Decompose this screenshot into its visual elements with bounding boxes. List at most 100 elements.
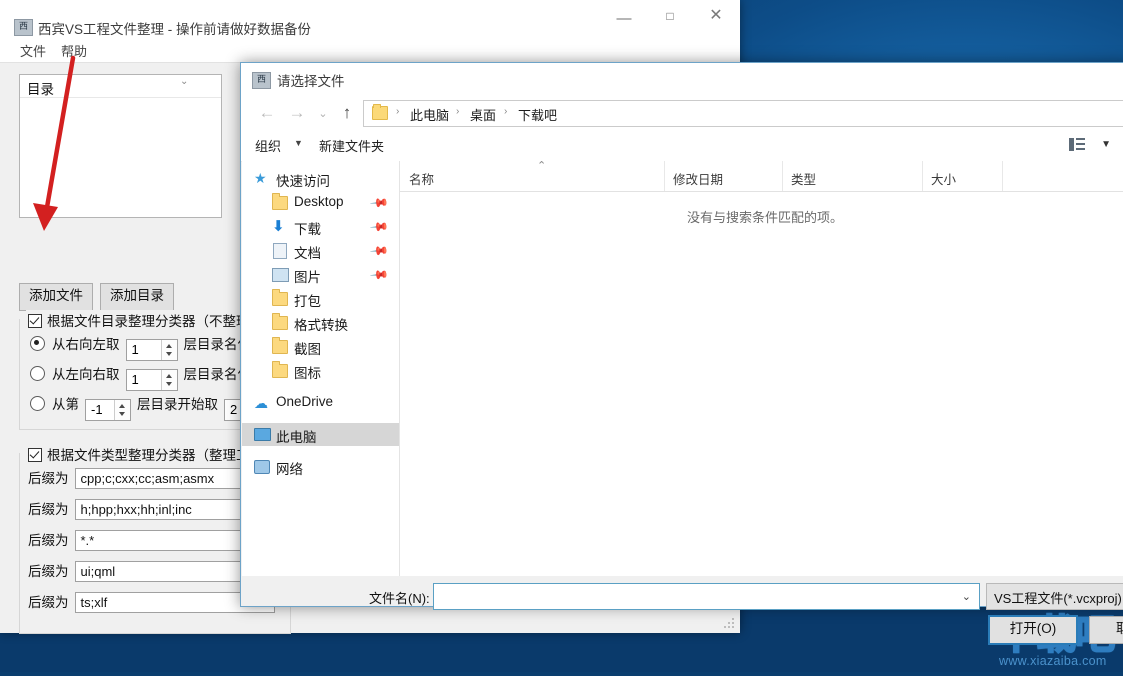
nav-item-network[interactable]: 网络 [242,455,399,478]
app-icon: 西 [252,72,271,89]
directory-listbox[interactable]: 目录 ⌄ [19,74,222,218]
folder-icon [272,292,288,306]
suffix-row: 后缀为h;hpp;hxx;hh;inl;inc [28,498,275,524]
nav-item-downloads[interactable]: ⬇下载📌 [242,215,399,238]
pin-icon: 📌 [369,265,389,285]
directory-column-header[interactable]: 目录 ⌄ [20,75,221,98]
nav-item-label: 打包 [294,290,321,310]
folder-icon [272,340,288,354]
option-right-to-left[interactable]: 从右向左取1层目录名作 [30,333,251,357]
dialog-toolbar: 组织 ▼ 新建文件夹 ▼ [241,131,1123,162]
menu-item-help[interactable]: 帮助 [55,40,93,62]
file-list-view[interactable]: 名称 ⌃ 修改日期 类型 大小 没有与搜索条件匹配的项。 [400,161,1123,576]
file-list-column-header: 名称 ⌃ 修改日期 类型 大小 [400,161,1123,192]
close-button[interactable]: ✕ [693,0,739,32]
address-bar[interactable]: › 此电脑 › 桌面 › 下载吧 ⌄ ↻ [363,100,1123,127]
maximize-icon: □ [647,0,693,32]
directory-classifier-checkbox[interactable]: 根据文件目录整理分类器（不整理工 [26,310,265,328]
column-size[interactable]: 大小 [922,161,1003,191]
column-size-label: 大小 [931,169,956,188]
stepper-arrows[interactable] [114,400,130,420]
nav-item-label: 格式转换 [294,314,348,334]
new-folder-button[interactable]: 新建文件夹 [319,136,384,155]
folder-icon [372,106,388,120]
dialog-navigation-bar: ← → ⌄ ↑ › 此电脑 › 桌面 › 下载吧 ⌄ ↻ 搜索"下载吧" [241,95,1123,131]
forward-icon[interactable]: → [285,101,309,125]
minimize-icon: — [601,0,647,38]
pin-icon: 📌 [369,217,389,237]
option-from-nth-suffix: 层目录开始取 [137,397,218,412]
nav-item-this-pc[interactable]: 此电脑 [242,423,399,446]
suffix-row: 后缀为cpp;c;cxx;cc;asm;asmx [28,467,275,493]
stepper-arrows[interactable] [161,370,177,390]
organize-button[interactable]: 组织 [255,136,281,155]
filename-input[interactable]: ⌄ [433,583,980,610]
levels-stepper-2[interactable]: 1 [126,369,178,391]
option-from-nth-label: 从第 [52,397,79,412]
back-icon[interactable]: ← [255,101,279,125]
breadcrumb-item-0[interactable]: 此电脑 [410,105,449,124]
folder-icon [272,316,288,330]
option-left-to-right[interactable]: 从左向右取1层目录名作 [30,363,251,387]
resize-grip[interactable] [723,617,736,630]
up-one-level-icon[interactable]: ↑ [335,101,359,125]
nav-item-documents[interactable]: 文档📌 [242,239,399,262]
nav-item-screenshots[interactable]: 截图 [242,335,399,358]
pin-icon: 📌 [369,193,389,213]
open-button[interactable]: 打开(O) [989,616,1077,644]
add-directory-button[interactable]: 添加目录 [100,283,174,311]
checkbox-icon [28,314,42,328]
option-from-nth[interactable]: 从第-1层目录开始取2 [30,393,272,417]
suffix-label-4: 后缀为 [28,564,69,579]
directory-classifier-label: 根据文件目录整理分类器（不整理工 [47,314,263,329]
cancel-button[interactable]: 取消 [1089,616,1123,644]
file-type-filter-combo[interactable]: VS工程文件(*.vcxproj) [986,583,1123,610]
breadcrumb-separator: › [504,106,507,117]
levels-stepper-3[interactable]: -1 [85,399,131,421]
checkbox-icon [28,448,42,462]
chevron-down-icon[interactable]: ▼ [1101,139,1111,150]
column-date-modified[interactable]: 修改日期 [664,161,783,191]
navigation-pane[interactable]: ★快速访问 Desktop 📌 ⬇下载📌 文档📌 图片📌 打包 格式转换 截图 图… [242,161,400,576]
nav-item-pictures[interactable]: 图片📌 [242,263,399,286]
dialog-titlebar[interactable]: 西 请选择文件 [241,63,1123,95]
view-layout-icon[interactable] [1069,137,1085,153]
breadcrumb-separator: › [456,106,459,117]
column-name[interactable]: 名称 ⌃ [400,161,665,191]
minimize-button[interactable]: — [601,0,647,32]
nav-item-label: 图标 [294,362,321,382]
nav-item-label: Desktop [294,194,344,209]
dialog-bottom-bar: 文件名(N): ⌄ VS工程文件(*.vcxproj) 打开(O) 取消 [241,576,1123,606]
chevron-down-icon[interactable]: ▼ [294,138,303,148]
document-icon [273,243,287,259]
nav-item-onedrive[interactable]: ☁OneDrive [242,391,399,414]
column-name-label: 名称 [409,169,434,188]
chevron-down-icon[interactable]: ⌄ [962,590,971,603]
breadcrumb-item-1[interactable]: 桌面 [470,105,496,124]
nav-item-icons[interactable]: 图标 [242,359,399,382]
breadcrumb-item-2[interactable]: 下载吧 [518,105,557,124]
picture-icon [272,268,289,282]
folder-icon [272,196,288,210]
column-type[interactable]: 类型 [782,161,923,191]
add-file-button[interactable]: 添加文件 [19,283,93,311]
menu-item-file[interactable]: 文件 [14,40,52,62]
nav-item-quick-access[interactable]: ★快速访问 [242,167,399,190]
sort-ascending-icon: ⌃ [537,159,546,172]
file-type-filter-value: VS工程文件(*.vcxproj) [994,588,1122,607]
option-right-to-left-label: 从右向左取 [52,337,120,352]
suffix-row: 后缀为ui;qml [28,560,275,586]
folder-icon [272,364,288,378]
recent-locations-icon[interactable]: ⌄ [311,101,335,125]
nav-item-packaging[interactable]: 打包 [242,287,399,310]
levels-stepper-1[interactable]: 1 [126,339,178,361]
nav-item-format-convert[interactable]: 格式转换 [242,311,399,334]
nav-item-label: 此电脑 [276,426,317,446]
star-icon: ★ [254,171,270,186]
maximize-button[interactable]: □ [647,0,693,32]
filename-label: 文件名(N): [369,588,430,607]
stepper-arrows[interactable] [161,340,177,360]
type-classifier-checkbox[interactable]: 根据文件类型整理分类器（整理工 [26,444,252,462]
nav-item-desktop[interactable]: Desktop 📌 [242,191,399,214]
nav-item-label: OneDrive [276,394,333,409]
